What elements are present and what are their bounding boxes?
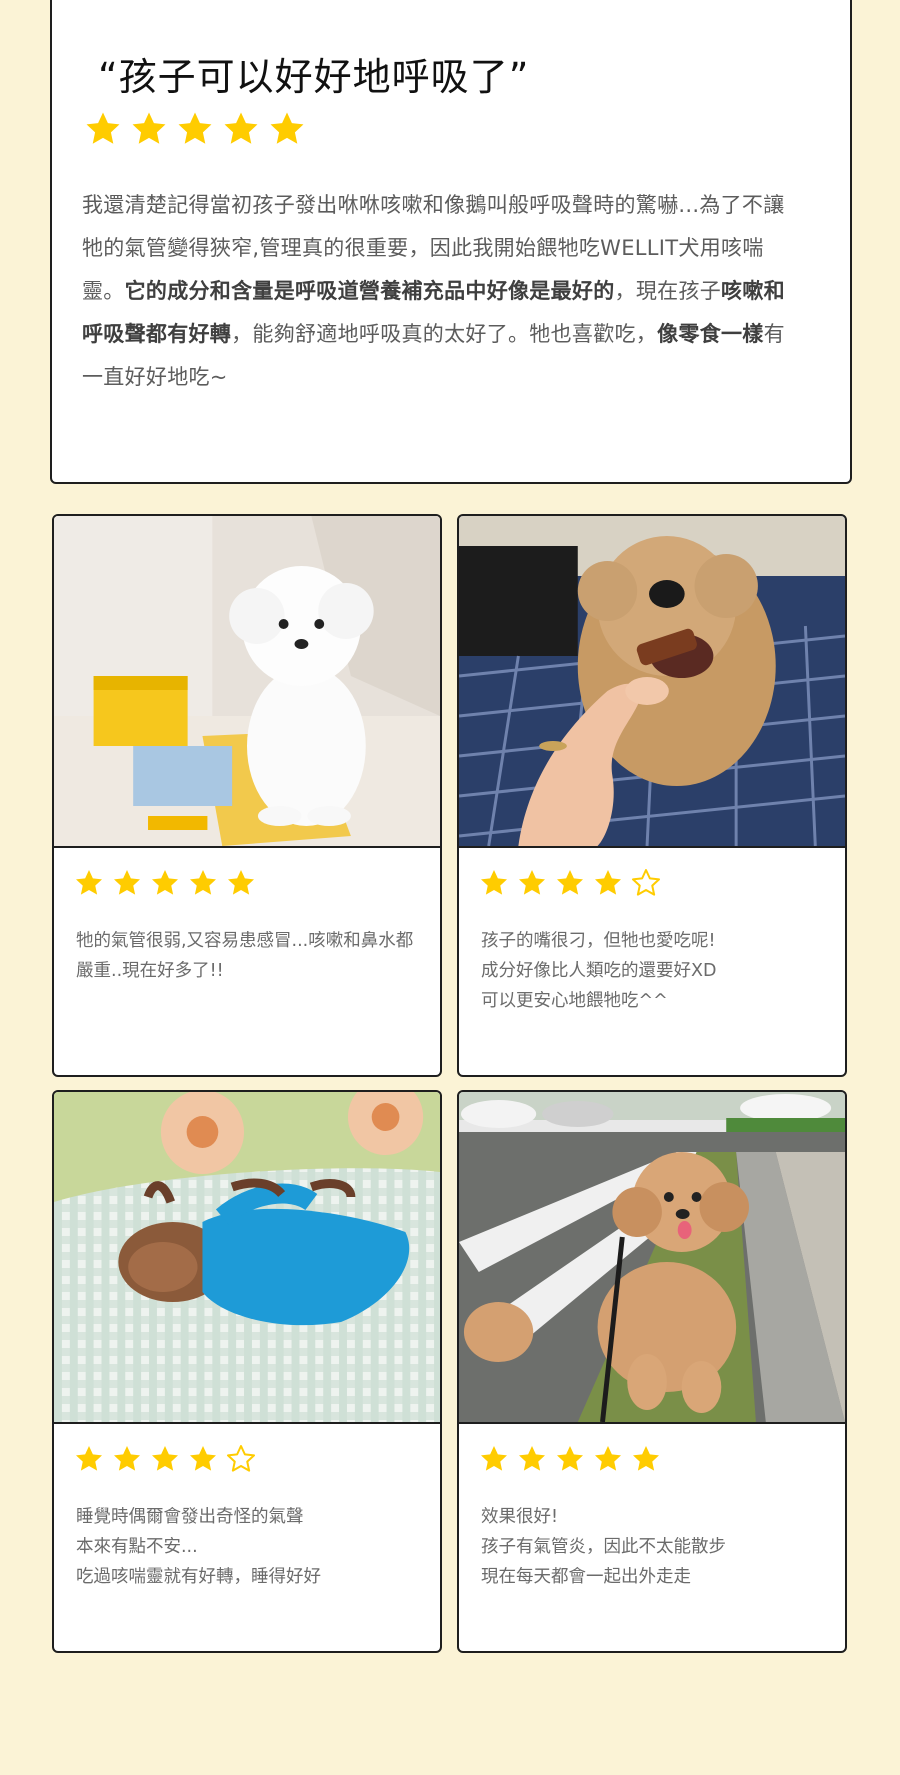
featured-review-highlight: 它的成分和含量是呼吸道營養補充品中好像是最好的 [124,279,615,303]
review-card: 孩子的嘴很刁，但牠也愛吃呢! 成分好像比人類吃的還要好XD 可以更安心地餵牠吃^… [457,514,847,1077]
review-text-line: 成分好像比人類吃的還要好XD [481,961,717,981]
review-photo-poodle-outdoors [459,1092,845,1424]
star-filled-icon [555,868,585,898]
review-text: 睡覺時偶爾會發出奇怪的氣聲 本來有點不安... 吃過咳喘靈就有好轉，睡得好好 [76,1502,426,1592]
star-filled-icon [176,110,214,148]
star-outline-icon [226,1444,256,1474]
star-filled-icon [555,1444,585,1474]
review-text: 效果很好! 孩子有氣管炎，因此不太能散步 現在每天都會一起出外走走 [481,1502,831,1592]
star-outline-icon [631,868,661,898]
star-filled-icon [74,1444,104,1474]
review-photo-white-poodle [54,516,440,848]
featured-review-body: 我還清楚記得當初孩子發出咻咻咳嗽和像鵝叫般呼吸聲時的驚嚇...為了不讓牠的氣管變… [82,184,802,399]
review-rating [74,868,256,898]
star-filled-icon [188,1444,218,1474]
review-text-line: 可以更安心地餵牠吃^^ [481,991,668,1011]
review-card: 牠的氣管很弱,又容易患感冒...咳嗽和鼻水都 嚴重..現在好多了!! [52,514,442,1077]
review-text-line: 本來有點不安... [76,1537,198,1557]
review-text-line: 現在每天都會一起出外走走 [481,1567,691,1587]
star-filled-icon [84,110,122,148]
star-filled-icon [479,1444,509,1474]
star-filled-icon [479,868,509,898]
star-filled-icon [222,110,260,148]
star-filled-icon [226,868,256,898]
review-text-line: 睡覺時偶爾會發出奇怪的氣聲 [76,1507,304,1527]
review-photo-poodle-eating [459,516,845,848]
star-filled-icon [150,868,180,898]
review-text: 孩子的嘴很刁，但牠也愛吃呢! 成分好像比人類吃的還要好XD 可以更安心地餵牠吃^… [481,926,831,1016]
review-photo-sleeping-dog [54,1092,440,1424]
review-rating [479,868,661,898]
star-filled-icon [517,868,547,898]
review-text-line: 嚴重..現在好多了!! [76,961,224,981]
featured-review-highlight: 像零食一樣 [657,322,764,346]
review-card: 效果很好! 孩子有氣管炎，因此不太能散步 現在每天都會一起出外走走 [457,1090,847,1653]
star-filled-icon [112,868,142,898]
review-text-line: 孩子的嘴很刁，但牠也愛吃呢! [481,931,716,951]
star-filled-icon [188,868,218,898]
featured-review-text: ，能夠舒適地呼吸真的太好了。牠也喜歡吃， [231,322,658,346]
review-rating [479,1444,661,1474]
review-rating [74,1444,256,1474]
featured-review-text: ，現在孩子 [614,279,722,303]
review-text: 牠的氣管很弱,又容易患感冒...咳嗽和鼻水都 嚴重..現在好多了!! [76,926,426,986]
review-text-line: 效果很好! [481,1507,559,1527]
star-filled-icon [631,1444,661,1474]
featured-review-card: “孩子可以好好地呼吸了” 我還清楚記得當初孩子發出咻咻咳嗽和像鵝叫般呼吸聲時的驚… [50,0,852,484]
star-filled-icon [74,868,104,898]
review-card: 睡覺時偶爾會發出奇怪的氣聲 本來有點不安... 吃過咳喘靈就有好轉，睡得好好 [52,1090,442,1653]
featured-review-rating [84,110,306,148]
star-filled-icon [593,1444,623,1474]
review-text-line: 牠的氣管很弱,又容易患感冒...咳嗽和鼻水都 [76,931,414,951]
star-filled-icon [517,1444,547,1474]
review-text-line: 吃過咳喘靈就有好轉，睡得好好 [76,1567,321,1587]
star-filled-icon [130,110,168,148]
star-filled-icon [150,1444,180,1474]
star-filled-icon [593,868,623,898]
star-filled-icon [268,110,306,148]
review-text-line: 孩子有氣管炎，因此不太能散步 [481,1537,726,1557]
star-filled-icon [112,1444,142,1474]
featured-review-title: “孩子可以好好地呼吸了” [98,55,530,99]
